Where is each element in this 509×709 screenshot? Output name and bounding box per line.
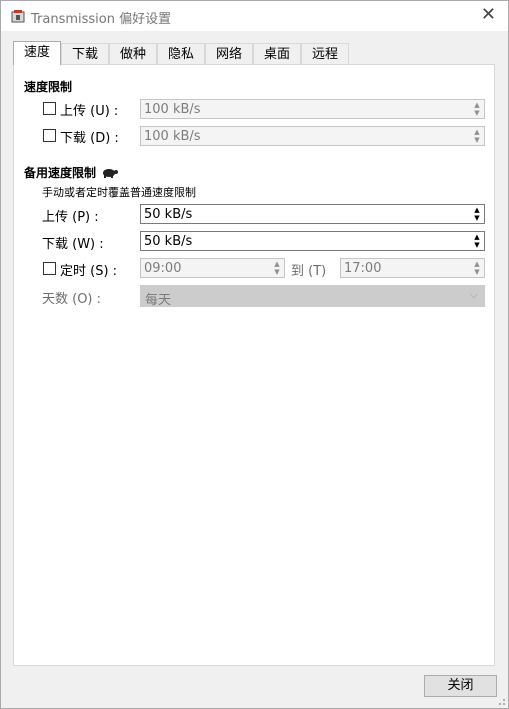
tab-seeding[interactable]: 做种	[109, 43, 157, 64]
spin-arrows-icon[interactable]: ▲ ▼	[471, 128, 483, 144]
tab-downloading[interactable]: 下载	[61, 43, 109, 64]
schedule-to-label: 到 (T)	[291, 264, 327, 279]
alt-speed-title-text: 备用速度限制	[24, 166, 97, 180]
spin-arrows-icon[interactable]: ▲ ▼	[471, 260, 483, 276]
tab-remote[interactable]: 远程	[301, 43, 349, 64]
title-bar[interactable]: Transmission 偏好设置 ✕	[1, 1, 508, 31]
download-limit-value: 100 kB/s	[144, 129, 201, 144]
tab-network[interactable]: 网络	[205, 43, 253, 64]
alt-upload-spinbox[interactable]: 50 kB/s ▲ ▼	[140, 204, 485, 224]
close-button[interactable]: 关闭	[424, 675, 497, 697]
alt-download-spinbox[interactable]: 50 kB/s ▲ ▼	[140, 231, 485, 251]
window-title: Transmission 偏好设置	[31, 12, 172, 27]
upload-limit-checkbox[interactable]	[43, 102, 56, 115]
tab-desktop[interactable]: 桌面	[253, 43, 301, 64]
spin-arrows-icon[interactable]: ▲ ▼	[271, 260, 283, 276]
tab-panel-speed: 速度限制 上传 (U) : 100 kB/s ▲ ▼ 下载 (D) : 100 k…	[13, 64, 495, 666]
turtle-icon	[103, 169, 119, 178]
spin-arrows-icon[interactable]: ▲ ▼	[471, 206, 483, 222]
tab-speed[interactable]: 速度	[13, 41, 61, 65]
schedule-checkbox[interactable]	[43, 262, 56, 275]
alt-upload-value: 50 kB/s	[144, 207, 193, 222]
download-limit-label: 下载 (D) :	[60, 131, 119, 146]
preferences-window: Transmission 偏好设置 ✕ 速度 下载 做种 隐私 网络 桌面 远程…	[0, 0, 509, 709]
spin-arrows-icon[interactable]: ▲ ▼	[471, 101, 483, 117]
schedule-to-spinbox[interactable]: 17:00 ▲ ▼	[340, 258, 485, 278]
upload-limit-value: 100 kB/s	[144, 102, 201, 117]
alt-download-value: 50 kB/s	[144, 234, 193, 249]
alt-download-label: 下载 (W) :	[42, 237, 104, 252]
days-label: 天数 (O) :	[42, 292, 102, 307]
transmission-app-icon	[11, 10, 25, 23]
schedule-to-value: 17:00	[344, 261, 382, 276]
resize-grip-icon[interactable]	[496, 696, 506, 706]
spin-arrows-icon[interactable]: ▲ ▼	[471, 233, 483, 249]
tab-privacy[interactable]: 隐私	[157, 43, 205, 64]
alt-upload-label: 上传 (P) :	[42, 210, 99, 225]
download-limit-spinbox[interactable]: 100 kB/s ▲ ▼	[140, 126, 485, 146]
close-window-icon[interactable]: ✕	[481, 5, 496, 25]
alt-speed-title: 备用速度限制	[24, 164, 119, 181]
upload-limit-spinbox[interactable]: 100 kB/s ▲ ▼	[140, 99, 485, 119]
schedule-label: 定时 (S) :	[60, 264, 118, 279]
days-value: 每天	[145, 293, 172, 308]
schedule-from-spinbox[interactable]: 09:00 ▲ ▼	[140, 258, 285, 278]
speed-limits-title: 速度限制	[24, 80, 73, 94]
days-dropdown[interactable]: 每天 ⌵	[140, 285, 485, 308]
alt-speed-description: 手动或者定时覆盖普通速度限制	[42, 186, 196, 199]
download-limit-checkbox[interactable]	[43, 129, 56, 142]
chevron-down-icon: ⌵	[469, 288, 478, 301]
schedule-from-value: 09:00	[144, 261, 182, 276]
upload-limit-label: 上传 (U) :	[60, 104, 119, 119]
